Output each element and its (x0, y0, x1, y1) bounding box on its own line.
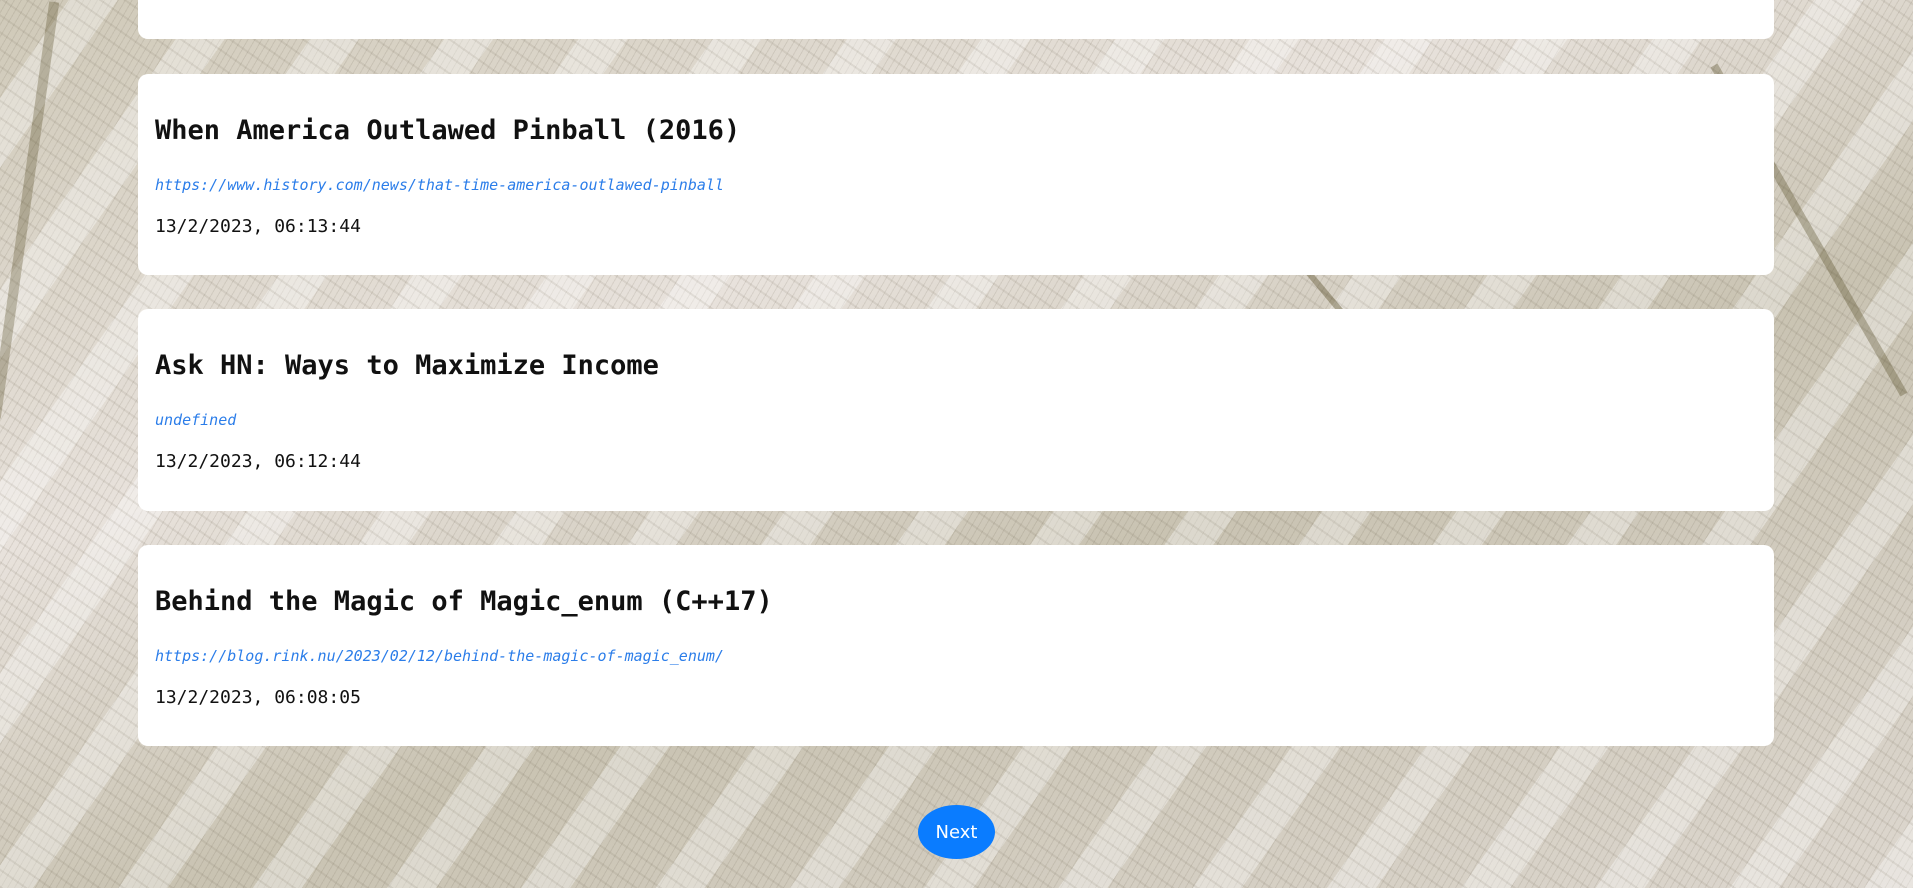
post-card: When America Outlawed Pinball (2016) htt… (138, 74, 1774, 275)
post-card-partial (138, 0, 1774, 39)
background-streak (0, 1, 60, 419)
post-url-link[interactable]: undefined (155, 411, 236, 429)
post-card: Ask HN: Ways to Maximize Income undefine… (138, 309, 1774, 511)
post-timestamp: 13/2/2023, 06:12:44 (155, 451, 361, 472)
feed-page: { "posts": [ { "title": "When America Ou… (0, 0, 1913, 888)
post-title[interactable]: Behind the Magic of Magic_enum (C++17) (155, 586, 773, 617)
post-timestamp: 13/2/2023, 06:13:44 (155, 216, 361, 237)
post-timestamp: 13/2/2023, 06:08:05 (155, 687, 361, 708)
post-title[interactable]: Ask HN: Ways to Maximize Income (155, 350, 659, 381)
post-card: Behind the Magic of Magic_enum (C++17) h… (138, 545, 1774, 746)
post-url-link[interactable]: https://blog.rink.nu/2023/02/12/behind-t… (155, 647, 724, 665)
post-url-link[interactable]: https://www.history.com/news/that-time-a… (155, 176, 724, 194)
post-title[interactable]: When America Outlawed Pinball (2016) (155, 115, 740, 146)
next-page-button[interactable]: Next (918, 805, 995, 859)
